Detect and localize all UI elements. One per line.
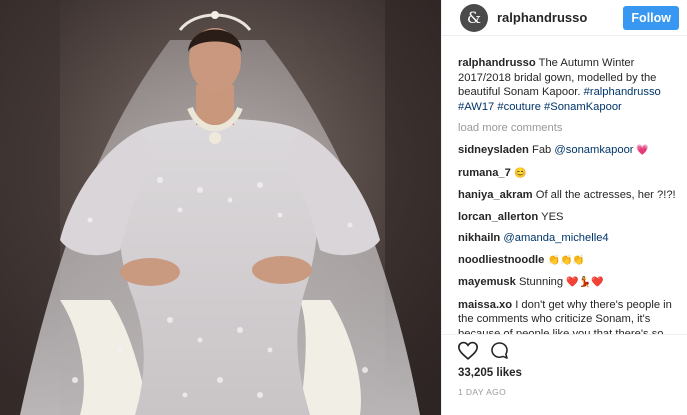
post-header: & ralphandrusso Follow [442,0,687,36]
post-photo[interactable] [0,0,441,415]
comment-username[interactable]: mayemusk [458,276,516,288]
comment-item: mayemusk Stunning ❤️💃❤️ [458,275,684,291]
comment-item: rumana_7 😊 [458,166,684,182]
comment-emoji: 👏👏👏 [547,254,585,266]
post-timestamp: 1 DAY AGO [458,387,507,397]
caption-username[interactable]: ralphandrusso [458,57,536,69]
header-username[interactable]: ralphandrusso [497,10,623,25]
comment-username[interactable]: lorcan_allerton [458,211,538,223]
comment-text: Stunning [515,276,567,288]
comment-username[interactable]: haniya_akram [458,189,533,201]
bridal-gown-photo [0,0,441,415]
comment-emoji: 💗 [633,145,649,156]
comment-username[interactable]: sidneysladen [458,144,529,156]
comment-item: sidneysladen Fab @sonamkapoor 💗 [458,143,684,159]
follow-button[interactable]: Follow [623,5,679,30]
speech-bubble-icon[interactable] [490,341,509,360]
comment-username[interactable]: maissa.xo [458,299,512,311]
post-actions [458,341,509,360]
comment-username[interactable]: noodliestnoodle [458,254,544,266]
comment-text: YES [538,210,564,223]
comments-section: ralphandrusso The Autumn Winter 2017/201… [458,56,684,334]
comment-text: Of all the actresses, her ?!?! [532,189,676,201]
likes-count[interactable]: 33,205 likes [458,367,522,379]
comment-mention[interactable]: @amanda_michelle4 [503,232,608,244]
comment-username[interactable]: rumana_7 [458,167,511,179]
comment-item: haniya_akram Of all the actresses, her ?… [458,188,684,203]
heart-icon[interactable] [458,341,478,360]
actions-divider [442,334,687,335]
comment-item: lorcan_allerton YES [458,210,684,225]
caption: ralphandrusso The Autumn Winter 2017/201… [458,56,684,114]
comment-emoji: ❤️💃❤️ [566,277,604,288]
load-more-comments-link[interactable]: load more comments [458,122,684,135]
avatar[interactable]: & [460,3,488,32]
post-side-panel: & ralphandrusso Follow ralphandrusso The… [441,0,687,415]
comment-item: noodliestnoodle 👏👏👏 [458,253,684,269]
comment-username[interactable]: nikhailn [458,232,500,244]
comment-item: nikhailn @amanda_michelle4 [458,231,684,246]
comment-item: maissa.xo I don't get why there's people… [458,298,684,335]
comment-mention[interactable]: @sonamkapoor [554,144,633,156]
comment-emoji: 😊 [513,167,527,179]
comment-text: Fab [528,144,555,156]
